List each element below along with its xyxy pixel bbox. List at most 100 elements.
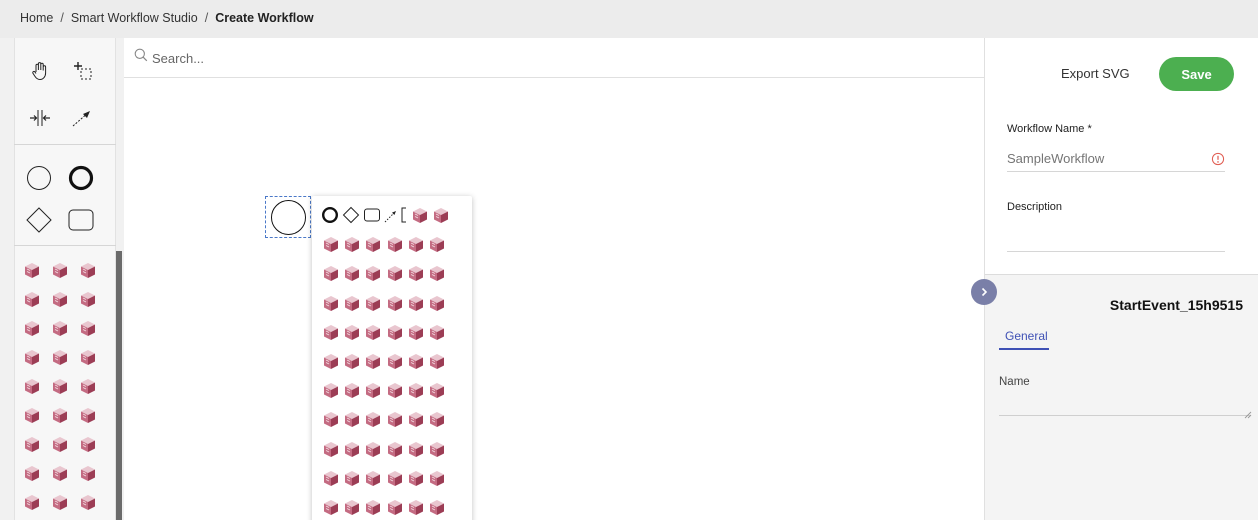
cube-task-icon[interactable] — [428, 498, 446, 516]
cube-task-icon[interactable] — [79, 377, 97, 395]
cube-task-icon[interactable] — [432, 206, 450, 224]
cube-task-icon[interactable] — [322, 469, 340, 487]
cube-task-icon[interactable] — [407, 498, 425, 516]
cube-task-icon[interactable] — [23, 493, 41, 511]
panel-toggle-button[interactable] — [971, 279, 997, 305]
cube-task-icon[interactable] — [428, 323, 446, 341]
cube-task-icon[interactable] — [23, 348, 41, 366]
cube-task-icon[interactable] — [79, 464, 97, 482]
cube-task-icon[interactable] — [407, 440, 425, 458]
cube-task-icon[interactable] — [79, 406, 97, 424]
cube-task-icon[interactable] — [79, 435, 97, 453]
cube-task-icon[interactable] — [407, 410, 425, 428]
cube-task-icon[interactable] — [386, 294, 404, 312]
task-icon[interactable] — [362, 205, 382, 225]
breadcrumb-home[interactable]: Home — [20, 11, 53, 25]
end-event-icon[interactable] — [320, 205, 340, 225]
cube-task-icon[interactable] — [386, 264, 404, 282]
cube-task-icon[interactable] — [343, 469, 361, 487]
cube-task-icon[interactable] — [386, 323, 404, 341]
workflow-name-field[interactable] — [1007, 146, 1225, 172]
cube-task-icon[interactable] — [51, 261, 69, 279]
cube-task-icon[interactable] — [364, 469, 382, 487]
space-tool-icon[interactable] — [27, 105, 53, 131]
cube-task-icon[interactable] — [23, 319, 41, 337]
cube-task-icon[interactable] — [343, 235, 361, 253]
cube-task-icon[interactable] — [322, 264, 340, 282]
cube-task-icon[interactable] — [23, 435, 41, 453]
resize-handle-icon[interactable] — [1244, 406, 1252, 424]
cube-task-icon[interactable] — [343, 381, 361, 399]
tab-general[interactable]: General — [1005, 329, 1048, 343]
cube-task-icon[interactable] — [23, 406, 41, 424]
cube-task-icon[interactable] — [386, 352, 404, 370]
cube-task-icon[interactable] — [322, 440, 340, 458]
cube-task-icon[interactable] — [343, 352, 361, 370]
cube-task-icon[interactable] — [386, 410, 404, 428]
palette-scrollbar[interactable] — [116, 251, 122, 520]
cube-task-icon[interactable] — [428, 264, 446, 282]
cube-task-icon[interactable] — [322, 323, 340, 341]
search-input[interactable] — [152, 47, 752, 69]
start-event-icon[interactable] — [25, 164, 53, 192]
cube-task-icon[interactable] — [343, 410, 361, 428]
cube-task-icon[interactable] — [322, 352, 340, 370]
cube-task-icon[interactable] — [428, 381, 446, 399]
cube-task-icon[interactable] — [51, 406, 69, 424]
save-button[interactable]: Save — [1159, 57, 1234, 91]
cube-task-icon[interactable] — [51, 493, 69, 511]
cube-task-icon[interactable] — [364, 352, 382, 370]
cube-task-icon[interactable] — [407, 235, 425, 253]
cube-task-icon[interactable] — [322, 381, 340, 399]
cube-task-icon[interactable] — [23, 261, 41, 279]
cube-task-icon[interactable] — [343, 264, 361, 282]
cube-task-icon[interactable] — [343, 294, 361, 312]
hand-tool-icon[interactable] — [27, 58, 53, 84]
gateway-icon[interactable] — [25, 206, 53, 234]
lasso-tool-icon[interactable] — [69, 58, 95, 84]
breadcrumb-studio[interactable]: Smart Workflow Studio — [71, 11, 198, 25]
cube-task-icon[interactable] — [428, 469, 446, 487]
cube-task-icon[interactable] — [364, 440, 382, 458]
cube-task-icon[interactable] — [23, 464, 41, 482]
cube-task-icon[interactable] — [407, 352, 425, 370]
cube-task-icon[interactable] — [79, 348, 97, 366]
cube-task-icon[interactable] — [51, 348, 69, 366]
cube-task-icon[interactable] — [428, 352, 446, 370]
cube-task-icon[interactable] — [51, 290, 69, 308]
cube-task-icon[interactable] — [407, 469, 425, 487]
cube-task-icon[interactable] — [51, 464, 69, 482]
cube-task-icon[interactable] — [79, 493, 97, 511]
end-event-icon[interactable] — [67, 164, 95, 192]
cube-task-icon[interactable] — [428, 294, 446, 312]
cube-task-icon[interactable] — [51, 319, 69, 337]
cube-task-icon[interactable] — [364, 498, 382, 516]
cube-task-icon[interactable] — [386, 235, 404, 253]
cube-task-icon[interactable] — [407, 294, 425, 312]
cube-task-icon[interactable] — [322, 294, 340, 312]
cube-task-icon[interactable] — [343, 498, 361, 516]
cube-task-icon[interactable] — [428, 410, 446, 428]
cube-task-icon[interactable] — [322, 235, 340, 253]
export-svg-button[interactable]: Export SVG — [1061, 66, 1130, 81]
cube-task-icon[interactable] — [343, 440, 361, 458]
cube-task-icon[interactable] — [23, 290, 41, 308]
cube-task-icon[interactable] — [343, 323, 361, 341]
cube-task-icon[interactable] — [386, 381, 404, 399]
name-field[interactable] — [999, 394, 1251, 416]
cube-task-icon[interactable] — [364, 323, 382, 341]
cube-task-icon[interactable] — [364, 410, 382, 428]
cube-task-icon[interactable] — [411, 206, 429, 224]
cube-task-icon[interactable] — [407, 381, 425, 399]
start-event[interactable] — [271, 200, 306, 235]
cube-task-icon[interactable] — [51, 377, 69, 395]
cube-task-icon[interactable] — [386, 440, 404, 458]
cube-task-icon[interactable] — [79, 290, 97, 308]
cube-task-icon[interactable] — [386, 498, 404, 516]
cube-task-icon[interactable] — [322, 410, 340, 428]
cube-task-icon[interactable] — [364, 381, 382, 399]
cube-task-icon[interactable] — [322, 498, 340, 516]
gateway-icon[interactable] — [341, 205, 361, 225]
cube-task-icon[interactable] — [364, 235, 382, 253]
cube-task-icon[interactable] — [407, 323, 425, 341]
